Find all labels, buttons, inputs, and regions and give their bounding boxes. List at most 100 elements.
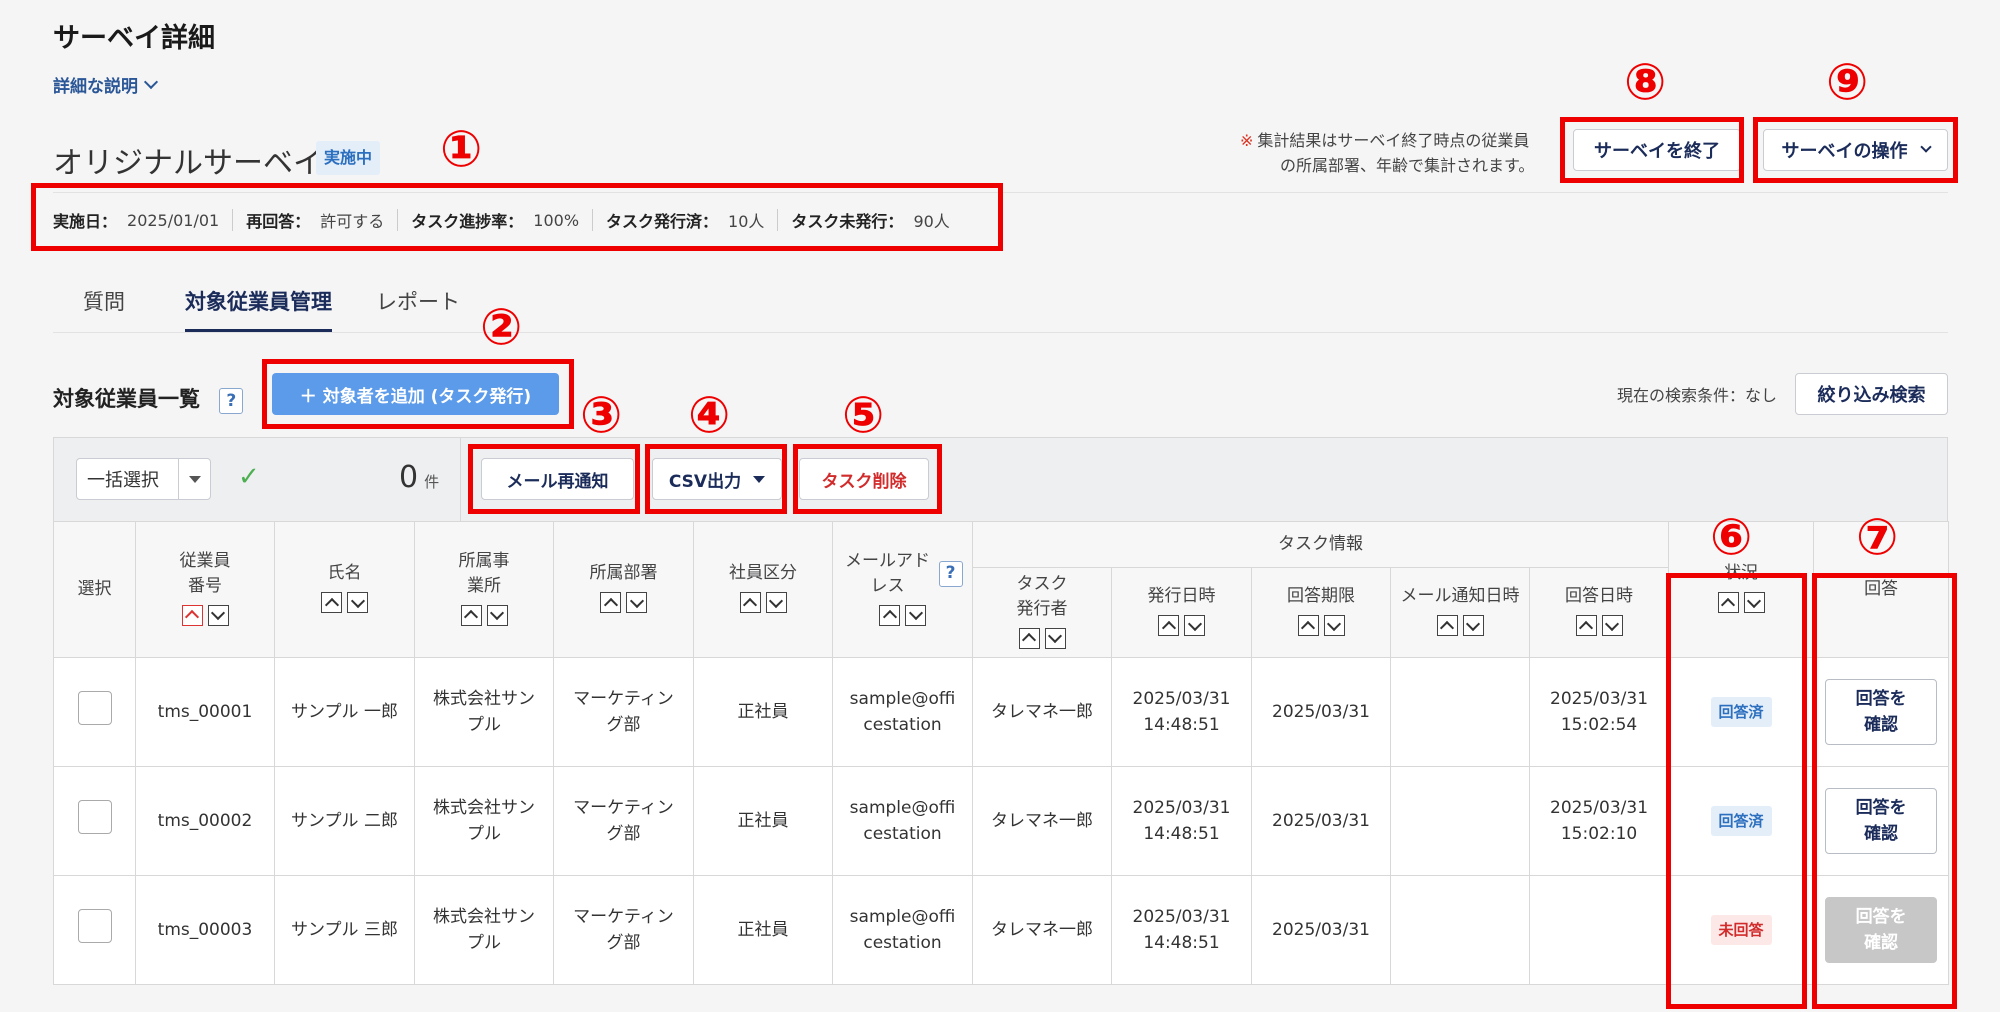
view-answer-label: 回答を確認 [1855,907,1907,953]
info-label: 実施日： [53,212,118,231]
cell-office-text: 株式会社サンプル [433,907,535,953]
sort-desc-icon[interactable] [1462,615,1484,637]
tab-questions[interactable]: 質問 [53,278,155,332]
tab-report[interactable]: レポート [362,278,490,332]
cell-type: 正社員 [693,875,833,985]
cell-type: 正社員 [693,657,833,767]
sort-controls [1575,615,1623,637]
view-answer-button[interactable]: 回答を確認 [1825,788,1938,854]
toolbar-separator [460,437,461,522]
col-answered-at: 回答日時 [1528,567,1670,658]
sort-asc-icon[interactable] [1158,615,1179,637]
sort-asc-icon[interactable] [879,604,900,626]
sort-controls [1717,592,1765,614]
cell-email-text: sample@officestation [849,907,956,953]
view-answer-button[interactable]: 回答を確認 [1825,897,1938,963]
row-checkbox[interactable] [77,800,112,834]
cell-answer: 回答を確認 [1813,657,1950,767]
col-office: 所属事業所 [414,521,554,658]
cell-dept-text: マーケティング部 [573,907,674,953]
sort-desc-icon[interactable] [626,592,647,614]
col-email-label: メールアドレス [845,550,930,596]
sort-desc-icon[interactable] [1044,627,1066,649]
end-survey-button[interactable]: サーベイを終了 [1573,129,1741,171]
cell-deadline: 2025/03/31 [1251,766,1391,876]
list-title: 対象従業員一覧 ? [53,383,244,414]
resend-mail-button[interactable]: メール再通知 [481,458,634,500]
survey-ops-button[interactable]: サーベイの操作 [1763,129,1948,171]
survey-ops-label: サーベイの操作 [1781,141,1908,162]
cell-name: サンプル 一郎 [274,657,415,767]
sort-desc-icon[interactable] [1601,615,1623,637]
sort-desc-icon[interactable] [1184,615,1205,637]
col-name-label: 氏名 [327,563,362,584]
description-link-label: 詳細な説明 [53,77,138,97]
cell-email-text: sample@officestation [849,798,956,844]
survey-name: オリジナルサーベイ [53,146,323,181]
status-badge: 回答済 [1710,697,1772,727]
delete-task-button[interactable]: タスク削除 [799,458,929,500]
sort-asc-icon[interactable] [181,604,203,626]
page-title: サーベイ詳細 [53,23,215,54]
status-badge: 回答済 [1710,806,1772,836]
col-issued-at-label: 発行日時 [1147,586,1216,607]
chevron-down-icon [1919,141,1932,153]
cell-status: 未回答 [1668,875,1815,985]
sort-controls [181,604,229,626]
info-value: 100% [533,210,580,230]
cell-emp-no: tms_00001 [135,657,275,767]
cell-dept: マーケティング部 [553,766,694,876]
row-checkbox[interactable] [77,691,112,725]
cell-email: sample@officestation [832,766,973,876]
row-checkbox[interactable] [77,909,112,943]
bulk-select-dropdown[interactable]: 一括選択 [76,458,211,500]
sort-desc-icon[interactable] [486,604,508,626]
cell-emp-no: tms_00002 [135,766,275,876]
col-deadline: 回答期限 [1251,567,1391,658]
view-answer-button[interactable]: 回答を確認 [1825,679,1938,745]
note-line-1: 集計結果はサーベイ終了時点の従業員 [1257,131,1530,150]
sort-desc-icon[interactable] [207,604,229,626]
col-deadline-label: 回答期限 [1287,586,1355,607]
tab-target-employees[interactable]: 対象従業員管理 [155,278,362,332]
sort-desc-icon[interactable] [765,592,787,614]
sort-desc-icon[interactable] [905,604,926,626]
csv-export-button[interactable]: CSV出力 [652,458,782,500]
row-select-cell [53,766,136,876]
list-title-text: 対象従業員一覧 [53,387,200,411]
search-condition: 現在の検索条件：なし [1617,386,1778,405]
caret-down-icon [753,475,766,483]
sort-asc-icon[interactable] [600,592,621,614]
sort-asc-icon[interactable] [460,604,482,626]
count-value: 0 [399,460,419,495]
row-select-cell [53,657,136,767]
sort-asc-icon[interactable] [739,592,761,614]
sort-desc-icon[interactable] [347,592,368,614]
description-toggle[interactable]: 詳細な説明 [53,72,159,97]
table-row: tms_00003 サンプル 三郎 株式会社サンプル マーケティング部 正社員 … [53,875,1950,985]
tab-bar: 質問 対象従業員管理 レポート [53,278,490,332]
sort-desc-icon[interactable] [1743,592,1765,614]
help-icon[interactable]: ? [938,560,963,587]
sort-asc-icon[interactable] [321,592,342,614]
view-answer-label: 回答を確認 [1855,689,1907,735]
sort-controls [1297,615,1345,637]
sort-asc-icon[interactable] [1717,592,1739,614]
add-target-button[interactable]: ＋ 対象者を追加 (タスク発行) [272,373,559,415]
annotation-number-3: ③ [580,386,623,444]
info-label: タスク未発行： [791,212,904,231]
cell-email: sample@officestation [832,657,973,767]
sort-desc-icon[interactable] [1323,615,1345,637]
cell-dept-text: マーケティング部 [573,689,674,735]
sort-asc-icon[interactable] [1436,615,1458,637]
sort-asc-icon[interactable] [1018,627,1040,649]
bulk-select-label: 一括選択 [87,470,159,491]
help-icon[interactable]: ? [219,388,244,414]
cell-emp-no: tms_00003 [135,875,275,985]
filter-search-button[interactable]: 絞り込み検索 [1795,373,1948,415]
aggregation-note: ※ 集計結果はサーベイ終了時点の従業員 の所属部署、年齢で集計されます。 [1240,128,1534,178]
sort-asc-icon[interactable] [1575,615,1597,637]
cell-office: 株式会社サンプル [414,766,554,876]
sort-asc-icon[interactable] [1297,615,1319,637]
count-unit: 件 [424,473,440,491]
